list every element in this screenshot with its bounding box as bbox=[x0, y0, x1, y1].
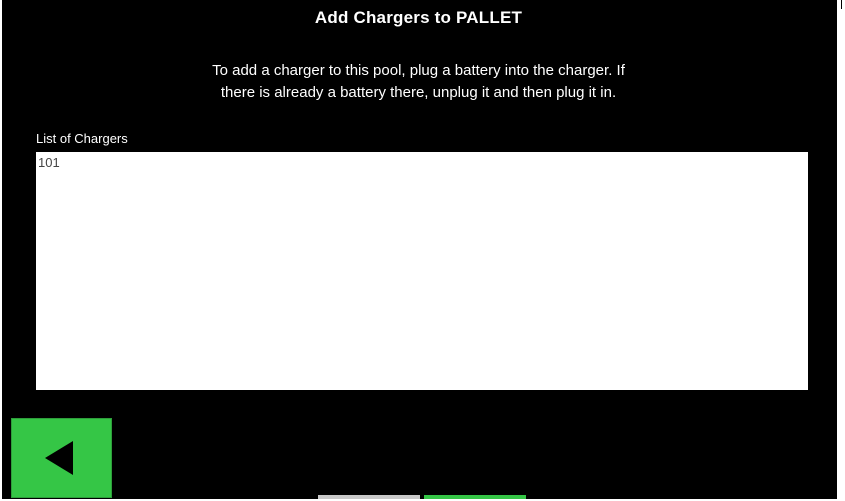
left-border bbox=[0, 0, 2, 501]
bottom-tab-grey[interactable] bbox=[318, 495, 420, 499]
instructions-text: To add a charger to this pool, plug a ba… bbox=[0, 60, 837, 104]
list-item[interactable]: 101 bbox=[36, 152, 808, 170]
bottom-tab-green[interactable] bbox=[424, 495, 526, 499]
page-title: Add Chargers to PALLET bbox=[314, 8, 523, 27]
charger-list[interactable]: 101 bbox=[36, 152, 808, 390]
instructions-line-1: To add a charger to this pool, plug a ba… bbox=[212, 62, 625, 79]
back-button[interactable] bbox=[11, 418, 112, 498]
instructions-line-2: there is already a battery there, unplug… bbox=[220, 84, 617, 101]
left-triangle-arrow-icon bbox=[45, 441, 73, 475]
border-tick bbox=[841, 0, 842, 9]
right-border bbox=[837, 0, 845, 501]
charger-list-label: List of Chargers bbox=[36, 131, 128, 146]
app-screen: Add Chargers to PALLET To add a charger … bbox=[0, 0, 837, 499]
